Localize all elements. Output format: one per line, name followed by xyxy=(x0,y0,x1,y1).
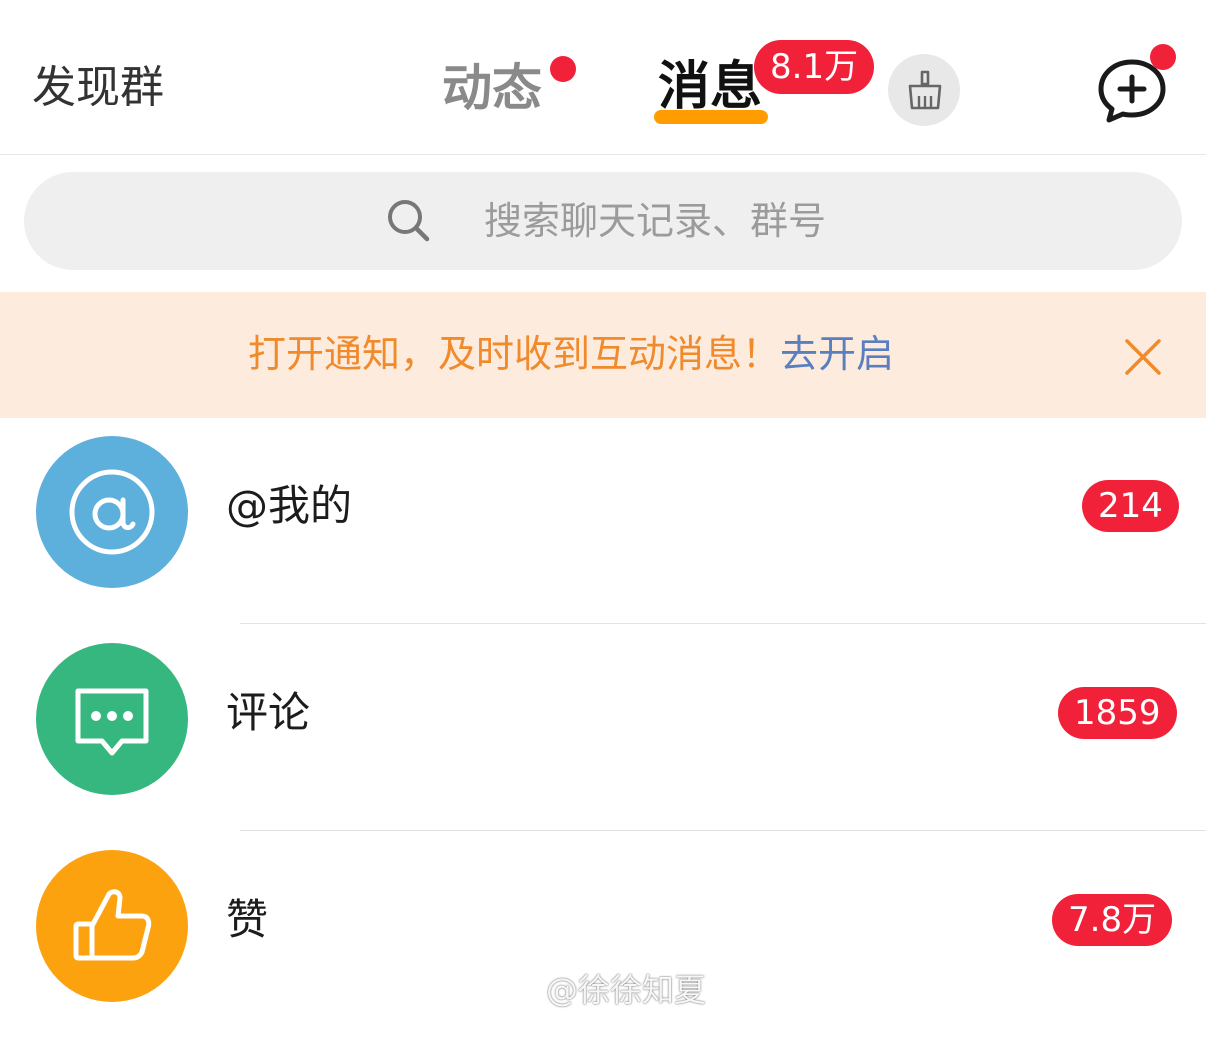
list-item-mentions[interactable]: @我的 214 xyxy=(0,418,1206,624)
watermark-text: @徐徐知夏 xyxy=(546,971,707,1009)
clean-button[interactable] xyxy=(888,54,960,126)
new-chat-dot xyxy=(1150,44,1176,70)
list-item-title: 赞 xyxy=(226,895,269,944)
comments-avatar xyxy=(36,643,188,795)
comment-icon xyxy=(75,688,149,756)
weibo-logo-icon xyxy=(498,978,540,1009)
notification-banner: 打开通知，及时收到互动消息！去开启 xyxy=(0,292,1206,418)
unread-badge: 7.8万 xyxy=(1052,894,1173,946)
banner-message: 打开通知，及时收到互动消息！去开启 xyxy=(248,324,894,384)
list-divider xyxy=(240,623,1206,624)
messages-count-badge: 8.1万 xyxy=(754,40,875,94)
broom-icon xyxy=(908,70,942,110)
list-divider xyxy=(240,830,1206,831)
enable-notifications-link[interactable]: 去开启 xyxy=(780,332,894,376)
list-item-title: @我的 xyxy=(226,481,353,530)
search-placeholder: 搜索聊天记录、群号 xyxy=(484,199,827,243)
tab-dynamic[interactable]: 动态 xyxy=(442,54,542,122)
unread-badge: 214 xyxy=(1082,480,1179,532)
weibo-watermark: @徐徐知夏 xyxy=(498,966,706,1014)
active-tab-indicator xyxy=(654,110,768,124)
banner-text: 打开通知，及时收到互动消息！ xyxy=(248,332,781,376)
discover-groups-button[interactable]: 发现群 xyxy=(32,58,164,118)
thumbs-up-icon xyxy=(73,889,152,961)
unread-badge: 1859 xyxy=(1058,687,1177,739)
search-input[interactable]: 搜索聊天记录、群号 xyxy=(24,172,1182,270)
mentions-avatar xyxy=(36,436,188,588)
list-item-title: 评论 xyxy=(226,688,311,737)
tab-dynamic-dot xyxy=(550,56,576,82)
close-icon[interactable] xyxy=(1124,338,1162,376)
at-icon xyxy=(69,469,155,555)
top-bar: 发现群 动态 消息 8.1万 xyxy=(0,0,1206,155)
likes-avatar xyxy=(36,850,188,1002)
list-item-comments[interactable]: 评论 1859 xyxy=(0,625,1206,831)
search-icon xyxy=(388,200,430,242)
